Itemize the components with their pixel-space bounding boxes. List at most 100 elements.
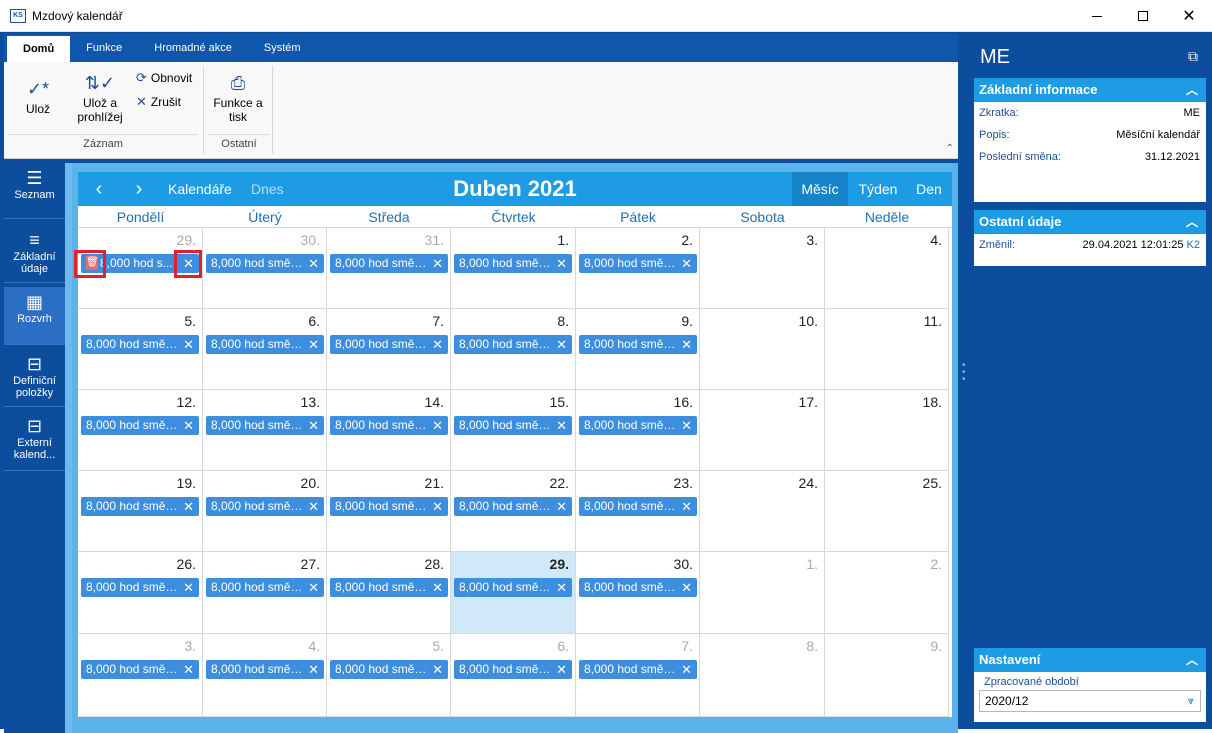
day-cell[interactable]: 3.: [700, 228, 825, 309]
remove-shift-icon[interactable]: ✕: [308, 578, 319, 597]
remove-shift-icon[interactable]: ✕: [308, 335, 319, 354]
nav-item-definition-items[interactable]: ⊟ Definiční položky: [4, 349, 65, 407]
day-cell[interactable]: 30. 8,000 hod směny ✕: [576, 552, 700, 634]
prev-month-button[interactable]: ‹: [84, 172, 114, 206]
remove-shift-icon[interactable]: ✕: [432, 497, 443, 516]
day-cell[interactable]: 29. 8,000 hod s... ✕ 🗑: [74, 228, 203, 309]
day-cell[interactable]: 16. 8,000 hod směny ✕: [576, 390, 700, 471]
remove-shift-icon[interactable]: ✕: [432, 578, 443, 597]
maximize-button[interactable]: [1120, 0, 1166, 32]
remove-shift-icon[interactable]: ✕: [432, 416, 443, 435]
remove-shift-icon[interactable]: ✕: [556, 416, 567, 435]
shift-event[interactable]: 8,000 hod směny ✕: [206, 660, 324, 679]
day-cell[interactable]: 19. 8,000 hod směny ✕: [78, 471, 203, 552]
shift-event[interactable]: 8,000 hod směny ✕: [330, 335, 448, 354]
basic-info-header[interactable]: Základní informace ︿: [974, 78, 1206, 102]
shift-event[interactable]: 8,000 hod směny ✕: [579, 497, 697, 516]
remove-shift-icon[interactable]: ✕: [681, 416, 692, 435]
shift-event[interactable]: 8,000 hod směny ✕: [81, 578, 199, 597]
remove-shift-icon[interactable]: ✕: [308, 254, 319, 273]
remove-shift-icon[interactable]: ✕: [681, 497, 692, 516]
nav-splitter[interactable]: [65, 163, 72, 733]
calendars-link[interactable]: Kalendáře: [168, 172, 232, 206]
nav-item-basic-info[interactable]: ≡ Základní údaje: [4, 225, 65, 283]
other-info-header[interactable]: Ostatní údaje ︿: [974, 210, 1206, 234]
remove-shift-icon[interactable]: ✕: [556, 335, 567, 354]
day-cell[interactable]: 2.: [825, 552, 949, 634]
shift-event[interactable]: 8,000 hod směny ✕: [579, 416, 697, 435]
shift-event[interactable]: 8,000 hod směny ✕: [206, 254, 324, 273]
remove-shift-icon[interactable]: ✕: [308, 416, 319, 435]
remove-shift-icon[interactable]: ✕: [681, 660, 692, 679]
day-cell[interactable]: 8. 8,000 hod směny ✕: [451, 309, 576, 390]
day-cell[interactable]: 18.: [825, 390, 949, 471]
settings-header[interactable]: Nastavení ︿: [974, 648, 1206, 672]
shift-event[interactable]: 8,000 hod směny ✕: [579, 660, 697, 679]
shift-event[interactable]: 8,000 hod směny ✕: [330, 416, 448, 435]
chevron-up-icon[interactable]: ︿: [1186, 648, 1198, 672]
remove-shift-icon[interactable]: ✕: [432, 254, 443, 273]
remove-shift-icon[interactable]: ✕: [556, 660, 567, 679]
day-cell[interactable]: 1.: [700, 552, 825, 634]
day-cell[interactable]: 7. 8,000 hod směny ✕: [576, 634, 700, 717]
nav-item-external-calendars[interactable]: ⊟ Externí kalend...: [4, 411, 65, 471]
day-cell[interactable]: 6. 8,000 hod směny ✕: [451, 634, 576, 717]
print-functions-button[interactable]: ⎙ Funkce a tisk: [210, 70, 266, 124]
day-cell[interactable]: 17.: [700, 390, 825, 471]
shift-event[interactable]: 8,000 hod směny ✕: [454, 335, 572, 354]
changed-user-link[interactable]: K2: [1187, 239, 1200, 251]
next-month-button[interactable]: ›: [124, 172, 154, 206]
remove-shift-icon[interactable]: ✕: [681, 254, 692, 273]
day-cell[interactable]: 26. 8,000 hod směny ✕: [78, 552, 203, 634]
day-cell[interactable]: 28. 8,000 hod směny ✕: [327, 552, 451, 634]
shift-event[interactable]: 8,000 hod směny ✕: [81, 416, 199, 435]
shift-event[interactable]: 8,000 hod směny ✕: [81, 497, 199, 516]
tab-bulk-actions[interactable]: Hromadné akce: [138, 34, 248, 62]
day-cell[interactable]: 24.: [700, 471, 825, 552]
day-cell[interactable]: 20. 8,000 hod směny ✕: [203, 471, 327, 552]
day-cell[interactable]: 5. 8,000 hod směny ✕: [78, 309, 203, 390]
chevron-down-icon[interactable]: ⩔: [1188, 691, 1194, 711]
refresh-button[interactable]: ⟳ Obnovit: [136, 70, 192, 86]
shift-event[interactable]: 8,000 hod směny ✕: [81, 660, 199, 679]
chevron-up-icon[interactable]: ︿: [1186, 78, 1198, 102]
remove-shift-icon[interactable]: ✕: [556, 578, 567, 597]
shift-event[interactable]: 8,000 hod směny ✕: [579, 254, 697, 273]
shift-event[interactable]: 8,000 hod směny ✕: [454, 497, 572, 516]
day-cell[interactable]: 30. 8,000 hod směny ✕: [203, 228, 327, 309]
shift-event[interactable]: 8,000 hod směny ✕: [454, 578, 572, 597]
remove-shift-icon[interactable]: ✕: [681, 578, 692, 597]
remove-shift-icon[interactable]: ✕: [183, 660, 194, 679]
day-cell[interactable]: 8.: [700, 634, 825, 717]
shift-event[interactable]: 8,000 hod směny ✕: [454, 254, 572, 273]
view-month-button[interactable]: Měsíc: [792, 172, 848, 206]
nav-item-list[interactable]: ☰ Seznam: [4, 163, 65, 219]
tab-home[interactable]: Domů: [7, 36, 71, 62]
day-cell[interactable]: 14. 8,000 hod směny ✕: [327, 390, 451, 471]
remove-shift-icon[interactable]: ✕: [556, 254, 567, 273]
shift-event[interactable]: 8,000 hod směny ✕: [454, 416, 572, 435]
day-cell[interactable]: 9.: [825, 634, 949, 717]
today-link[interactable]: Dnes: [251, 172, 284, 206]
day-cell[interactable]: 5. 8,000 hod směny ✕: [327, 634, 451, 717]
day-cell[interactable]: 6. 8,000 hod směny ✕: [203, 309, 327, 390]
day-cell[interactable]: 7. 8,000 hod směny ✕: [327, 309, 451, 390]
day-cell[interactable]: 11.: [825, 309, 949, 390]
panel-splitter[interactable]: • • •: [958, 32, 970, 729]
save-and-browse-button[interactable]: ⇅✓ Ulož a prohlížej: [72, 70, 128, 124]
view-day-button[interactable]: Den: [908, 172, 950, 206]
tab-system[interactable]: Systém: [248, 34, 317, 62]
close-button[interactable]: ✕: [1166, 0, 1212, 32]
minimize-button[interactable]: [1074, 0, 1120, 32]
shift-event[interactable]: 8,000 hod směny ✕: [454, 660, 572, 679]
shift-event[interactable]: 8,000 hod směny ✕: [206, 578, 324, 597]
day-cell[interactable]: 4. 8,000 hod směny ✕: [203, 634, 327, 717]
remove-shift-icon[interactable]: ✕: [308, 497, 319, 516]
remove-shift-icon[interactable]: ✕: [681, 335, 692, 354]
remove-shift-icon[interactable]: ✕: [556, 497, 567, 516]
remove-shift-icon[interactable]: ✕: [183, 416, 194, 435]
shift-event[interactable]: 8,000 hod směny ✕: [579, 335, 697, 354]
day-cell[interactable]: 25.: [825, 471, 949, 552]
day-cell[interactable]: 29. 8,000 hod směny ✕: [451, 552, 576, 634]
remove-shift-icon[interactable]: ✕: [432, 335, 443, 354]
